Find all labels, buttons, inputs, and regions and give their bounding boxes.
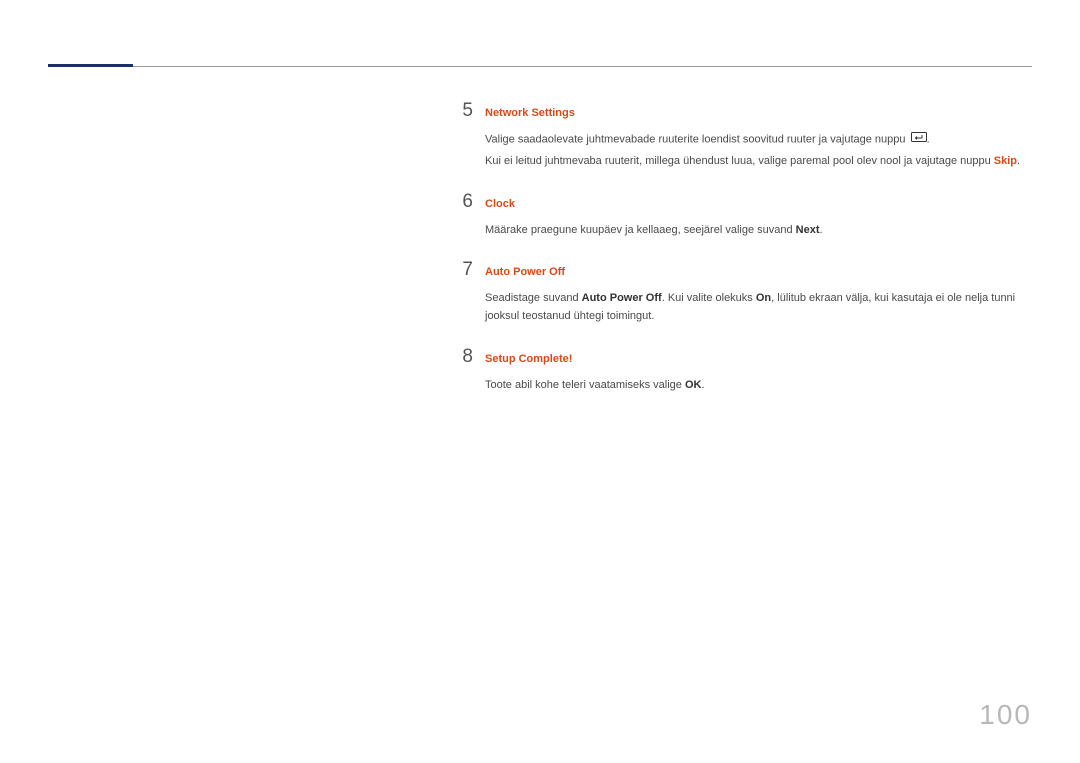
header-divider	[48, 66, 1032, 67]
step-7: 7 Auto Power Off Seadistage suvand Auto …	[448, 259, 1032, 329]
step-text: Määrake praegune kuupäev ja kellaaeg, se…	[485, 222, 1032, 240]
text-segment: . Kui valite olekuks	[662, 292, 756, 304]
header-accent-bar	[48, 64, 133, 67]
step-title: Clock	[485, 198, 1032, 210]
text-segment: .	[820, 224, 823, 236]
text-segment: Määrake praegune kuupäev ja kellaaeg, se…	[485, 224, 796, 236]
enter-icon	[911, 131, 927, 149]
step-number: 7	[448, 259, 473, 281]
text-segment: .	[701, 379, 704, 391]
step-5: 5 Network Settings Valige saadaolevate j…	[448, 100, 1032, 175]
step-6: 6 Clock Määrake praegune kuupäev ja kell…	[448, 191, 1032, 244]
step-body: Auto Power Off Seadistage suvand Auto Po…	[485, 266, 1032, 329]
step-text: Valige saadaolevate juhtmevabade ruuteri…	[485, 131, 1032, 149]
step-text: Seadistage suvand Auto Power Off. Kui va…	[485, 290, 1032, 325]
bold-label: Auto Power Off	[582, 292, 662, 304]
step-body: Clock Määrake praegune kuupäev ja kellaa…	[485, 198, 1032, 244]
step-text: Kui ei leitud juhtmevaba ruuterit, mille…	[485, 153, 1032, 171]
bold-label: OK	[685, 379, 702, 391]
step-list: 5 Network Settings Valige saadaolevate j…	[448, 100, 1032, 414]
text-segment: Seadistage suvand	[485, 292, 582, 304]
page-number: 100	[979, 699, 1032, 731]
step-8: 8 Setup Complete! Toote abil kohe teleri…	[448, 346, 1032, 399]
step-title: Network Settings	[485, 107, 1032, 119]
step-text: Toote abil kohe teleri vaatamiseks valig…	[485, 377, 1032, 395]
text-segment: Kui ei leitud juhtmevaba ruuterit, mille…	[485, 155, 994, 167]
bold-label: On	[756, 292, 771, 304]
step-number: 6	[448, 191, 473, 213]
step-title: Setup Complete!	[485, 353, 1032, 365]
text-segment: Toote abil kohe teleri vaatamiseks valig…	[485, 379, 685, 391]
step-number: 5	[448, 100, 473, 122]
text-segment: .	[1017, 155, 1020, 167]
step-title: Auto Power Off	[485, 266, 1032, 278]
skip-label: Skip	[994, 155, 1017, 167]
step-body: Network Settings Valige saadaolevate juh…	[485, 107, 1032, 175]
bold-label: Next	[796, 224, 820, 236]
step-number: 8	[448, 346, 473, 368]
text-segment: Valige saadaolevate juhtmevabade ruuteri…	[485, 134, 909, 146]
text-segment: .	[927, 134, 930, 146]
step-body: Setup Complete! Toote abil kohe teleri v…	[485, 353, 1032, 399]
